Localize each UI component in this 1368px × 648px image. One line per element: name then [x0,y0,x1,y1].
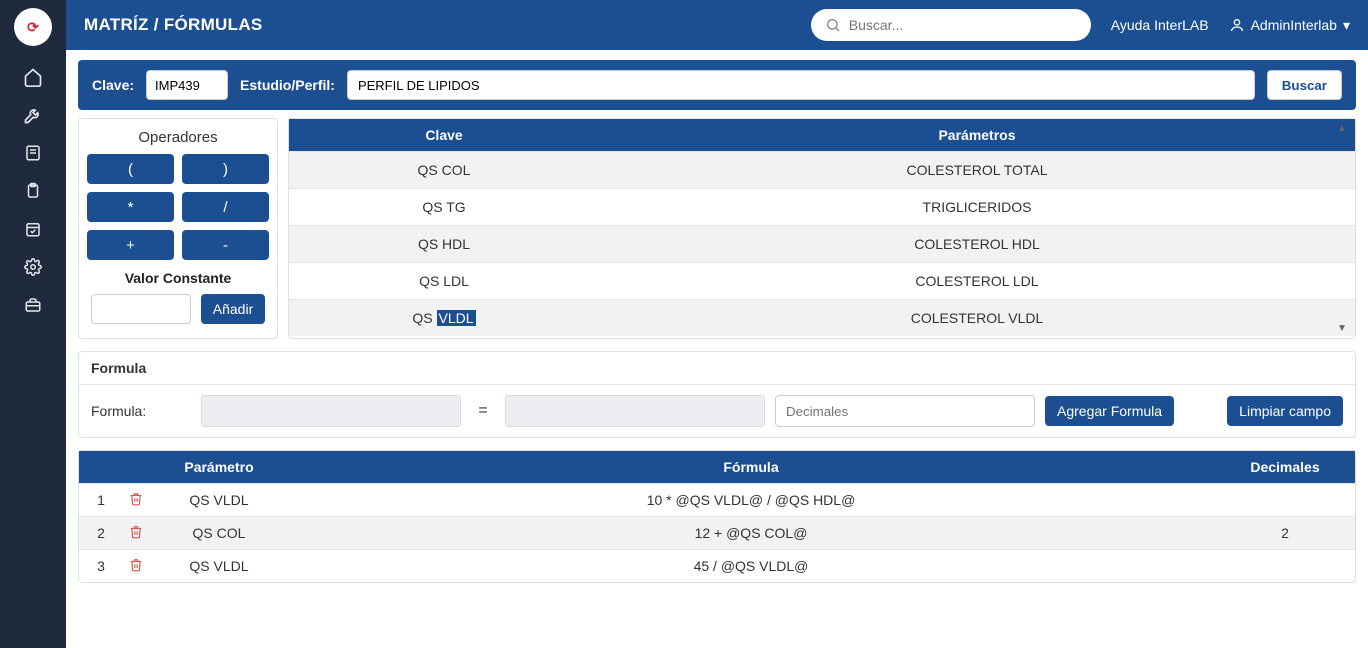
search-icon [825,17,841,33]
param-row[interactable]: QS VLDLCOLESTEROL VLDL [289,299,1355,336]
filter-bar: Clave: Estudio/Perfil: Buscar [78,60,1356,110]
formula-right-input[interactable] [505,395,765,427]
scroll-up-icon[interactable]: ▲ [1337,123,1352,134]
user-icon [1229,17,1245,33]
row-number: 3 [79,550,123,582]
op-divide[interactable]: / [182,192,269,222]
ft-head-dec: Decimales [1215,451,1355,483]
main: MATRÍZ / FÓRMULAS Ayuda InterLAB AdminIn… [66,0,1368,648]
operators-panel: Operadores ( ) * / + - Valor Constante A… [78,118,278,339]
param-row[interactable]: QS COLCOLESTEROL TOTAL [289,151,1355,188]
op-close-paren[interactable]: ) [182,154,269,184]
param-name: COLESTEROL LDL [599,263,1355,299]
constant-title: Valor Constante [87,270,269,286]
clave-label: Clave: [92,77,134,93]
chevron-down-icon: ▾ [1343,17,1350,34]
add-constant-button[interactable]: Añadir [201,294,265,324]
row-decimals [1215,484,1355,516]
row-param: QS COL [151,517,287,549]
perfil-input[interactable] [347,70,1255,100]
add-formula-button[interactable]: Agregar Formula [1045,396,1174,426]
param-row[interactable]: QS TGTRIGLICERIDOS [289,188,1355,225]
param-name: COLESTEROL VLDL [599,300,1355,336]
params-table: Clave Parámetros QS COLCOLESTEROL TOTALQ… [288,118,1356,339]
ft-head-formula: Fórmula [287,451,1215,483]
formulas-table: Parámetro Fórmula Decimales 1QS VLDL10 *… [78,450,1356,583]
row-decimals [1215,550,1355,582]
trash-icon [129,525,145,539]
formula-row: 1 QS VLDL10 * @QS VLDL@ / @QS HDL@ [79,483,1355,516]
row-number: 2 [79,517,123,549]
global-search[interactable] [811,9,1091,41]
row-number: 1 [79,484,123,516]
param-clave: QS VLDL [289,300,599,336]
clave-input[interactable] [146,70,228,100]
user-label: AdminInterlab [1251,17,1337,33]
ft-head-blank1 [79,451,123,483]
formula-left-input[interactable] [201,395,461,427]
row-param: QS VLDL [151,484,287,516]
clear-formula-button[interactable]: Limpiar campo [1227,396,1343,426]
nav-tools[interactable] [0,96,66,134]
scroll-down-icon[interactable]: ▼ [1337,323,1352,334]
row-decimals: 2 [1215,517,1355,549]
page-title: MATRÍZ / FÓRMULAS [84,15,263,35]
ft-head-param: Parámetro [151,451,287,483]
param-row[interactable]: QS HDLCOLESTEROL HDL [289,225,1355,262]
nav-home[interactable] [0,58,66,96]
constant-input[interactable] [91,294,191,324]
user-menu[interactable]: AdminInterlab ▾ [1229,17,1350,34]
nav-book[interactable] [0,134,66,172]
param-name: TRIGLICERIDOS [599,189,1355,225]
op-multiply[interactable]: * [87,192,174,222]
global-search-input[interactable] [849,17,1077,33]
row-formula: 45 / @QS VLDL@ [287,550,1215,582]
delete-row[interactable] [123,517,151,549]
formula-row-label: Formula: [91,403,191,419]
trash-icon [129,558,145,572]
delete-row[interactable] [123,484,151,516]
params-scrollbar[interactable]: ▲ ▼ [1337,123,1352,334]
row-formula: 12 + @QS COL@ [287,517,1215,549]
trash-icon [129,492,145,506]
operators-title: Operadores [87,129,269,146]
params-head-clave: Clave [289,119,599,151]
formula-row: 3 QS VLDL45 / @QS VLDL@ [79,549,1355,582]
formula-card: Formula Formula: = Agregar Formula Limpi… [78,351,1356,438]
param-clave: QS COL [289,152,599,188]
delete-row[interactable] [123,550,151,582]
param-name: COLESTEROL HDL [599,226,1355,262]
nav-calendar[interactable] [0,210,66,248]
formula-equals: = [471,402,495,420]
params-head-param: Parámetros [599,119,1355,151]
topbar: MATRÍZ / FÓRMULAS Ayuda InterLAB AdminIn… [66,0,1368,50]
op-minus[interactable]: - [182,230,269,260]
nav-settings[interactable] [0,248,66,286]
param-row[interactable]: QS LDLCOLESTEROL LDL [289,262,1355,299]
search-button[interactable]: Buscar [1267,70,1342,100]
param-clave: QS LDL [289,263,599,299]
param-clave: QS HDL [289,226,599,262]
op-plus[interactable]: + [87,230,174,260]
nav-toolbox[interactable] [0,286,66,324]
ft-head-blank2 [123,451,151,483]
perfil-label: Estudio/Perfil: [240,77,335,93]
formula-card-title: Formula [79,352,1355,385]
help-link[interactable]: Ayuda InterLAB [1111,17,1209,33]
formula-row: 2QS COL12 + @QS COL@2 [79,516,1355,549]
param-name: COLESTEROL TOTAL [599,152,1355,188]
param-clave: QS TG [289,189,599,225]
op-open-paren[interactable]: ( [87,154,174,184]
sidebar: ⟳ [0,0,66,648]
decimales-input[interactable] [775,395,1035,427]
nav-clipboard[interactable] [0,172,66,210]
row-formula: 10 * @QS VLDL@ / @QS HDL@ [287,484,1215,516]
row-param: QS VLDL [151,550,287,582]
brand-logo: ⟳ [14,8,52,46]
